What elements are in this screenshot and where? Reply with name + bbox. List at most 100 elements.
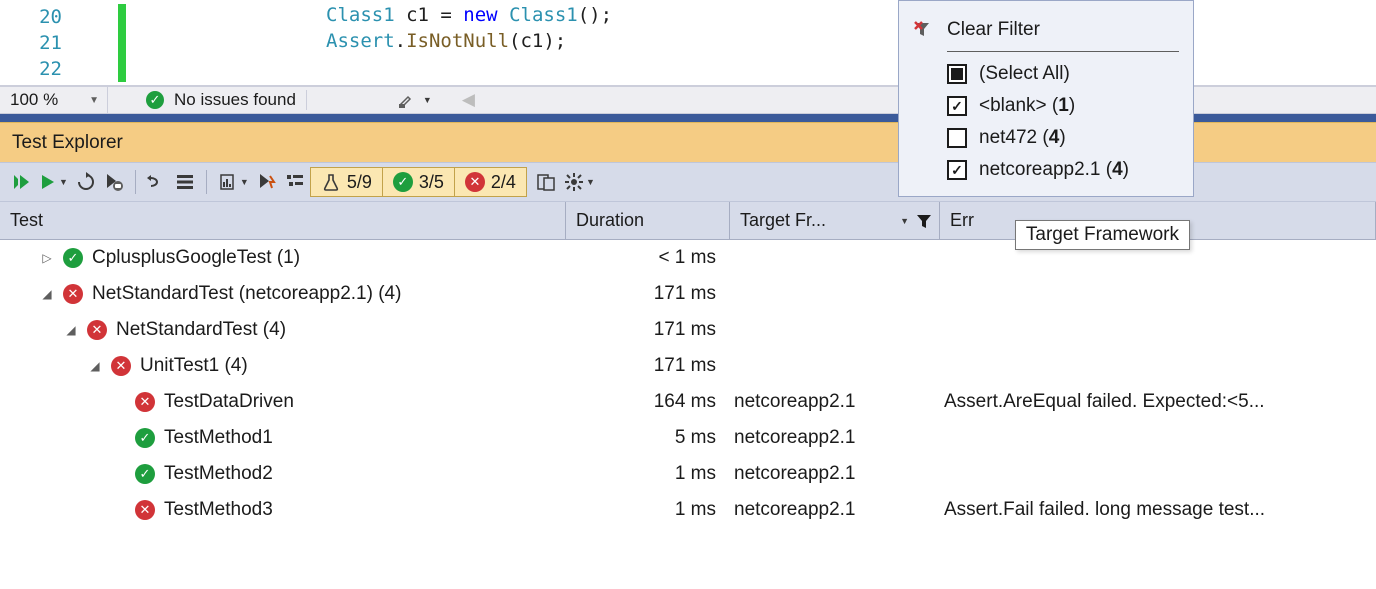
- test-row[interactable]: ◢ ✕ UnitTest1 (4) 171 ms: [0, 348, 1376, 384]
- test-row[interactable]: ✓ TestMethod1 5 msnetcoreapp2.1: [0, 420, 1376, 456]
- test-row[interactable]: ✓ TestMethod2 1 msnetcoreapp2.1: [0, 456, 1376, 492]
- run-button[interactable]: ▼: [36, 168, 71, 196]
- column-target-framework[interactable]: Target Fr... ▼: [730, 202, 940, 239]
- show-test-output-button[interactable]: [533, 168, 559, 196]
- test-counts: 5/9 ✓ 3/5 ✕ 2/4: [310, 167, 527, 197]
- error-cell: Assert.AreEqual failed. Expected:<5...: [940, 391, 1376, 413]
- change-indicator: [118, 4, 126, 30]
- flask-icon: [321, 172, 341, 192]
- code-line[interactable]: [326, 56, 1376, 82]
- tooltip: Target Framework: [1015, 220, 1190, 250]
- duration-cell: 1 ms: [566, 463, 730, 485]
- filter-option[interactable]: netcoreapp2.1 (4): [913, 154, 1179, 186]
- test-name: TestDataDriven: [164, 391, 294, 413]
- error-cell: Assert.Fail failed. long message test...: [940, 499, 1376, 521]
- test-name: TestMethod1: [164, 427, 273, 449]
- check-circle-icon: ✓: [393, 172, 413, 192]
- clear-filter-icon: [913, 20, 933, 40]
- filter-icon[interactable]: [915, 212, 933, 230]
- filter-option-label: netcoreapp2.1 (4): [979, 159, 1129, 181]
- test-name: NetStandardTest (netcoreapp2.1) (4): [92, 283, 401, 305]
- profiler-button[interactable]: ▼: [215, 168, 252, 196]
- test-row[interactable]: ✕ TestMethod3 1 msnetcoreapp2.1Assert.Fail…: [0, 492, 1376, 528]
- outcome-icon: ✓: [62, 248, 84, 268]
- checkbox[interactable]: [947, 160, 967, 180]
- zoom-dropdown[interactable]: 100 % ▼: [0, 87, 108, 113]
- outcome-icon: ✕: [62, 284, 84, 304]
- test-name: TestMethod2: [164, 463, 273, 485]
- run-failed-button[interactable]: [254, 168, 280, 196]
- filter-option[interactable]: net472 (4): [913, 122, 1179, 154]
- test-name: NetStandardTest (4): [116, 319, 286, 341]
- filter-option-label: (Select All): [979, 63, 1070, 85]
- duration-cell: 1 ms: [566, 499, 730, 521]
- line-number: 22: [0, 58, 70, 80]
- test-row[interactable]: ✕ TestDataDriven 164 msnetcoreapp2.1Assert…: [0, 384, 1376, 420]
- duration-cell: < 1 ms: [566, 247, 730, 269]
- target-framework-cell: netcoreapp2.1: [730, 427, 940, 449]
- checkbox[interactable]: [947, 96, 967, 116]
- expand-toggle[interactable]: ◢: [88, 359, 102, 373]
- target-framework-cell: netcoreapp2.1: [730, 499, 940, 521]
- duration-cell: 164 ms: [566, 391, 730, 413]
- chevron-down-icon: ▼: [89, 95, 99, 106]
- outcome-icon: ✕: [86, 320, 108, 340]
- filter-popup: Clear Filter (Select All) <blank> (1) net4…: [898, 0, 1194, 197]
- chevron-down-icon[interactable]: ▼: [900, 216, 909, 226]
- outcome-icon: ✕: [134, 500, 156, 520]
- filter-option[interactable]: <blank> (1): [913, 90, 1179, 122]
- issues-text: No issues found: [174, 90, 296, 110]
- run-all-button[interactable]: [8, 168, 34, 196]
- clear-filter-button[interactable]: Clear Filter: [913, 13, 1179, 47]
- zoom-value: 100 %: [10, 90, 58, 110]
- duration-cell: 171 ms: [566, 355, 730, 377]
- duration-cell: 5 ms: [566, 427, 730, 449]
- separator: [306, 90, 307, 110]
- change-indicator: [118, 56, 126, 82]
- group-by-button[interactable]: [282, 168, 308, 196]
- scroll-left-icon[interactable]: ◀: [462, 90, 475, 110]
- stop-button[interactable]: [101, 168, 127, 196]
- playlist-loop-button[interactable]: [144, 168, 170, 196]
- column-duration[interactable]: Duration: [566, 202, 730, 239]
- playlist-button[interactable]: [172, 168, 198, 196]
- separator: [947, 51, 1179, 52]
- column-test[interactable]: Test: [0, 202, 566, 239]
- duration-cell: 171 ms: [566, 283, 730, 305]
- target-framework-cell: netcoreapp2.1: [730, 463, 940, 485]
- settings-button[interactable]: ▼: [561, 168, 598, 196]
- filter-option-label: <blank> (1): [979, 95, 1075, 117]
- cleanup-dropdown[interactable]: ▼: [397, 90, 432, 110]
- test-name: CplusplusGoogleTest (1): [92, 247, 300, 269]
- test-name: TestMethod3: [164, 499, 273, 521]
- checkbox[interactable]: [947, 128, 967, 148]
- duration-cell: 171 ms: [566, 319, 730, 341]
- outcome-icon: ✓: [134, 428, 156, 448]
- code-line[interactable]: Class1 c1 = new Class1();: [326, 4, 1376, 30]
- expand-toggle[interactable]: ▷: [40, 251, 54, 265]
- outcome-icon: ✕: [134, 392, 156, 412]
- chevron-down-icon: ▼: [423, 95, 432, 105]
- filter-option[interactable]: (Select All): [913, 58, 1179, 90]
- x-circle-icon: ✕: [465, 172, 485, 192]
- expand-toggle[interactable]: ◢: [64, 323, 78, 337]
- repeat-button[interactable]: [73, 168, 99, 196]
- test-rows: ▷ ✓ CplusplusGoogleTest (1) < 1 ms ◢ ✕ NetStan…: [0, 240, 1376, 528]
- passed-tests[interactable]: ✓ 3/5: [383, 168, 455, 196]
- line-number: 20: [0, 6, 70, 28]
- target-framework-cell: netcoreapp2.1: [730, 391, 940, 413]
- failed-tests[interactable]: ✕ 2/4: [455, 168, 526, 196]
- change-indicator: [118, 30, 126, 56]
- total-tests[interactable]: 5/9: [311, 168, 383, 196]
- checkbox[interactable]: [947, 64, 967, 84]
- check-circle-icon: ✓: [146, 91, 164, 109]
- test-row[interactable]: ◢ ✕ NetStandardTest (netcoreapp2.1) (4) 171…: [0, 276, 1376, 312]
- code-line[interactable]: Assert.IsNotNull(c1);: [326, 30, 1376, 56]
- outcome-icon: ✓: [134, 464, 156, 484]
- test-row[interactable]: ◢ ✕ NetStandardTest (4) 171 ms: [0, 312, 1376, 348]
- test-name: UnitTest1 (4): [140, 355, 248, 377]
- line-number: 21: [0, 32, 70, 54]
- expand-toggle[interactable]: ◢: [40, 287, 54, 301]
- filter-option-label: net472 (4): [979, 127, 1066, 149]
- outcome-icon: ✕: [110, 356, 132, 376]
